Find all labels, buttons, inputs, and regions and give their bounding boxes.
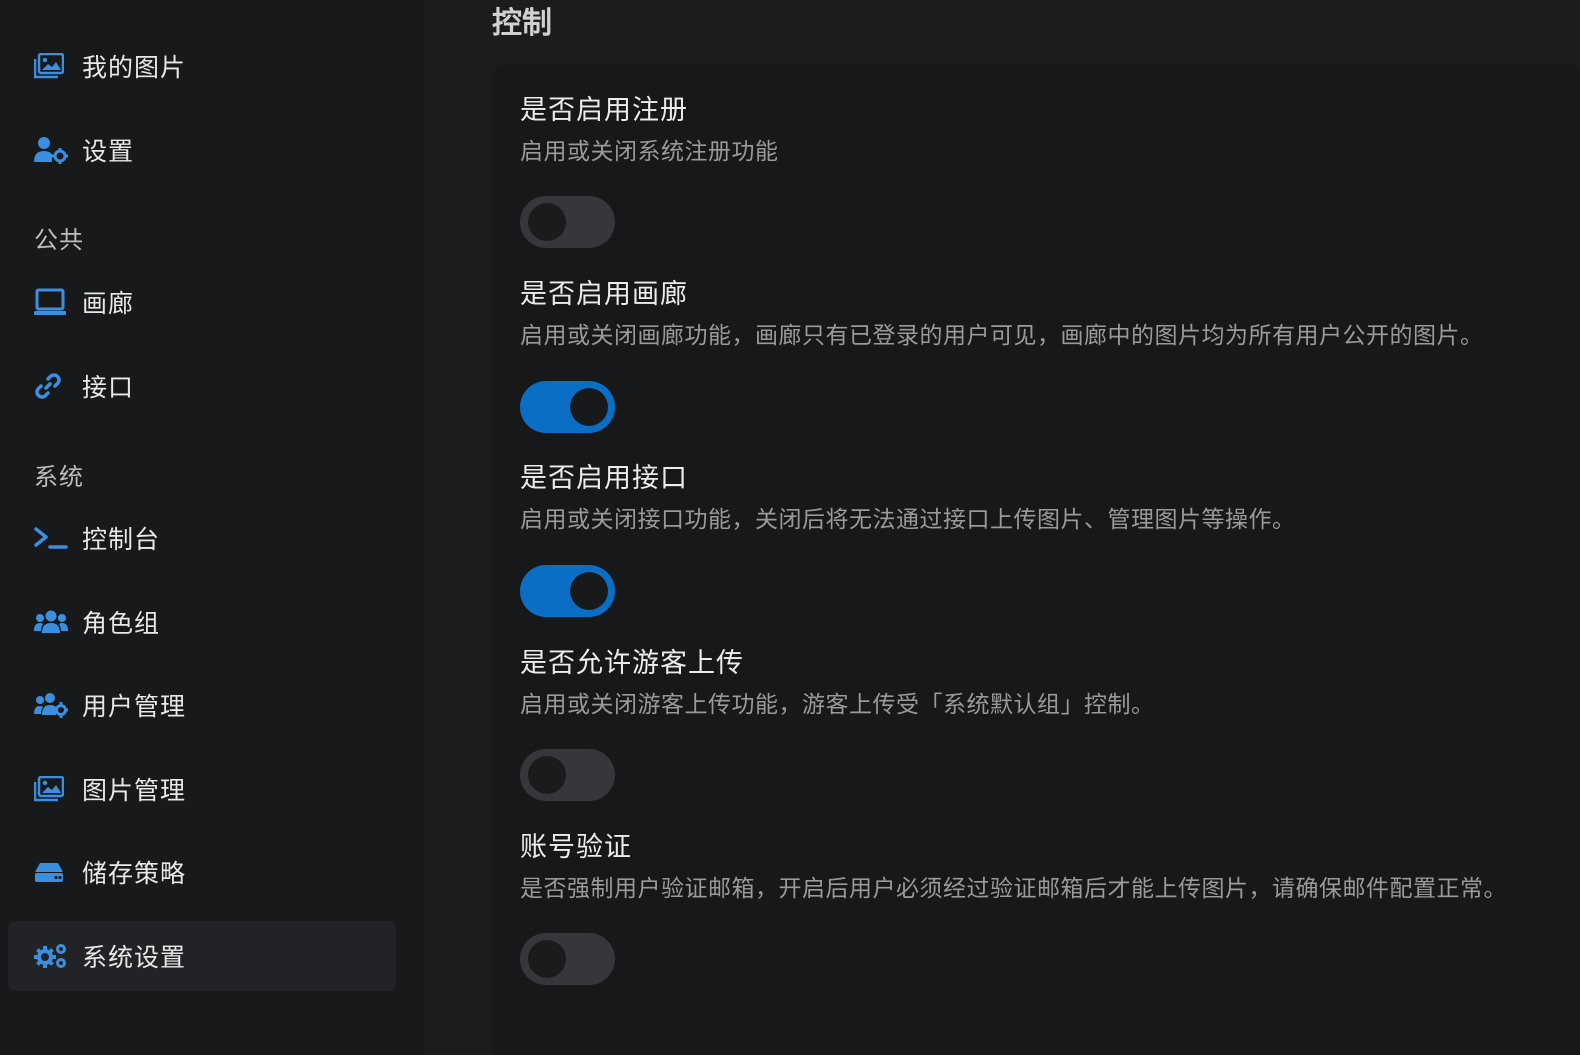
sidebar-item-storage-strategy[interactable]: 储存策略: [8, 837, 396, 907]
setting-title: 账号验证: [520, 832, 632, 863]
images-icon: [34, 49, 68, 83]
setting-description: 启用或关闭接口功能，关闭后将无法通过接口上传图片、管理图片等操作。: [520, 507, 1296, 533]
sidebar-item-label: 用户管理: [82, 692, 187, 721]
setting-title: 是否启用接口: [520, 463, 688, 494]
settings-card: 是否启用注册 启用或关闭系统注册功能 是否启用画廊 启用或关闭画廊功能，画廊只有…: [492, 64, 1580, 1055]
sidebar-item-gallery[interactable]: 画廊: [8, 267, 396, 337]
toggle-gallery[interactable]: [520, 381, 615, 433]
toggle-knob: [528, 756, 566, 794]
images-icon: [34, 772, 68, 806]
sidebar-item-role-groups[interactable]: 角色组: [8, 587, 396, 657]
toggle-knob: [528, 203, 566, 241]
hard-drive-icon: [34, 855, 68, 889]
sidebar-item-system-settings[interactable]: 系统设置: [8, 921, 396, 991]
setting-description: 启用或关闭游客上传功能，游客上传受「系统默认组」控制。: [520, 692, 1155, 718]
main-content: 控制 是否启用注册 启用或关闭系统注册功能 是否启用画廊 启用或关闭画廊功能，画…: [424, 0, 1580, 1055]
setting-guest-upload: 是否允许游客上传 启用或关闭游客上传功能，游客上传受「系统默认组」控制。: [520, 647, 1155, 719]
sidebar-item-label: 我的图片: [82, 53, 187, 82]
sidebar-item-label: 接口: [82, 373, 135, 402]
section-title-system: 系统: [34, 463, 84, 491]
toggle-knob: [570, 572, 608, 610]
setting-description: 启用或关闭画廊功能，画廊只有已登录的用户可见，画廊中的图片均为所有用户公开的图片…: [520, 323, 1484, 349]
sidebar-item-api[interactable]: 接口: [8, 351, 396, 421]
toggle-guest-upload[interactable]: [520, 749, 615, 801]
terminal-icon: [34, 521, 68, 555]
toggle-knob: [570, 388, 608, 426]
users-icon: [34, 605, 68, 639]
sidebar-item-label: 画廊: [82, 289, 135, 318]
toggle-api[interactable]: [520, 565, 615, 617]
gears-icon: [34, 939, 68, 973]
setting-title: 是否允许游客上传: [520, 648, 744, 679]
sidebar-item-image-management[interactable]: 图片管理: [8, 754, 396, 824]
toggle-registration[interactable]: [520, 196, 615, 248]
setting-api: 是否启用接口 启用或关闭接口功能，关闭后将无法通过接口上传图片、管理图片等操作。: [520, 462, 1296, 534]
setting-registration: 是否启用注册 启用或关闭系统注册功能: [520, 94, 779, 166]
setting-account-verification: 账号验证 是否强制用户验证邮箱，开启后用户必须经过验证邮箱后才能上传图片，请确保…: [520, 831, 1507, 903]
setting-description: 是否强制用户验证邮箱，开启后用户必须经过验证邮箱后才能上传图片，请确保邮件配置正…: [520, 876, 1507, 902]
page-title: 控制: [492, 6, 552, 41]
sidebar-item-settings[interactable]: 设置: [8, 115, 396, 185]
sidebar-item-label: 角色组: [82, 609, 161, 638]
setting-title: 是否启用注册: [520, 95, 688, 126]
monitor-icon: [34, 285, 68, 319]
users-gear-icon: [34, 688, 68, 722]
sidebar-item-my-images[interactable]: 我的图片: [8, 31, 396, 101]
link-icon: [34, 369, 68, 403]
setting-title: 是否启用画廊: [520, 279, 688, 310]
sidebar-item-label: 系统设置: [82, 943, 187, 972]
toggle-knob: [528, 940, 566, 978]
sidebar-item-label: 设置: [82, 137, 135, 166]
sidebar-item-label: 图片管理: [82, 776, 187, 805]
user-gear-icon: [34, 133, 68, 167]
section-title-public: 公共: [34, 226, 84, 254]
sidebar-item-label: 控制台: [82, 525, 161, 554]
setting-description: 启用或关闭系统注册功能: [520, 139, 779, 165]
sidebar-item-label: 储存策略: [82, 859, 187, 888]
sidebar-item-user-management[interactable]: 用户管理: [8, 670, 396, 740]
toggle-account-verification[interactable]: [520, 933, 615, 985]
sidebar: 我的图片 设置 公共 画廊 接口 系统 控制台 角色组 用户管理 图片管理 储存…: [0, 0, 424, 1055]
sidebar-item-console[interactable]: 控制台: [8, 503, 396, 573]
setting-gallery: 是否启用画廊 启用或关闭画廊功能，画廊只有已登录的用户可见，画廊中的图片均为所有…: [520, 278, 1484, 350]
